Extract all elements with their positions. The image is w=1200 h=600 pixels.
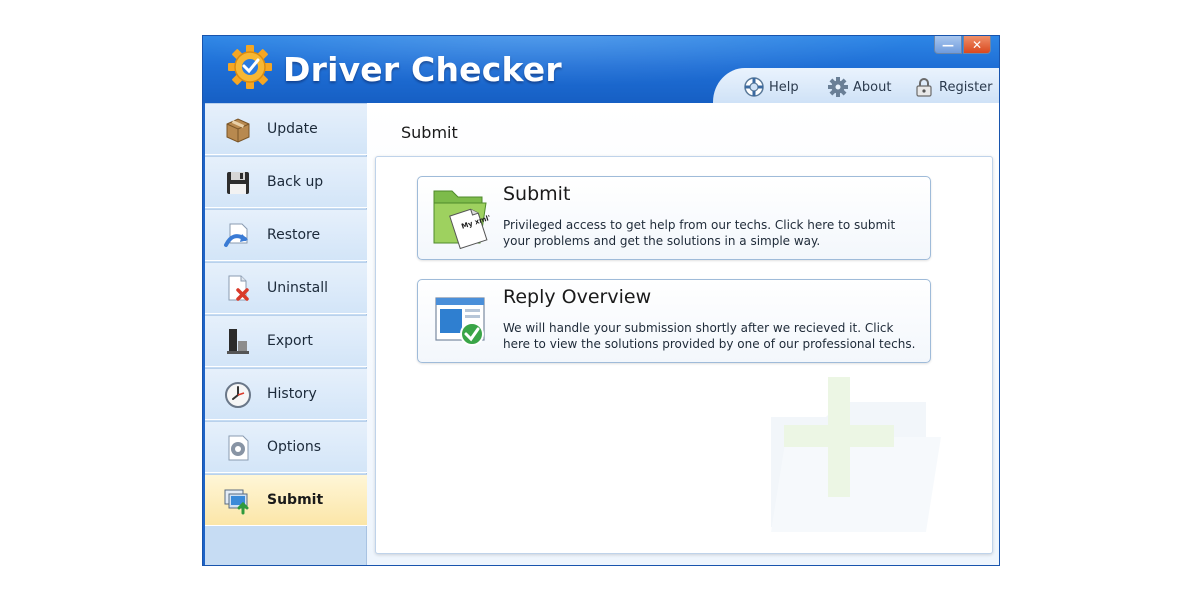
sidebar-item-options[interactable]: Options [205, 421, 367, 473]
app-title: Driver Checker [283, 50, 562, 89]
sidebar-item-label: Update [267, 121, 318, 137]
gear-icon [828, 77, 848, 97]
uninstall-icon [228, 275, 249, 301]
sidebar-item-submit[interactable]: Submit [205, 474, 367, 526]
submit-card-title: Submit [503, 183, 571, 205]
sidebar-item-update[interactable]: Update [205, 103, 367, 155]
sidebar-item-label: Restore [267, 227, 321, 243]
help-label: Help [769, 79, 799, 95]
window-controls: — ✕ [934, 36, 991, 54]
sidebar-item-history[interactable]: History [205, 368, 367, 420]
export-icon [227, 329, 249, 354]
sidebar-item-uninstall[interactable]: Uninstall [205, 262, 367, 314]
lock-icon [916, 78, 932, 97]
sidebar: Update Back up Restore Uninstall Export … [205, 103, 367, 565]
lifebuoy-icon [744, 77, 764, 97]
package-icon [226, 118, 250, 143]
window-check-icon [435, 297, 485, 346]
close-button[interactable]: ✕ [963, 36, 991, 54]
sidebar-item-label: Submit [267, 492, 324, 508]
sidebar-item-label: Options [267, 439, 322, 455]
reply-overview-card[interactable]: Reply Overview We will handle your submi… [417, 279, 931, 363]
reply-overview-card-description: We will handle your submission shortly a… [503, 321, 916, 351]
clock-icon [225, 382, 251, 408]
options-icon [228, 435, 249, 461]
submit-icon [224, 489, 249, 515]
sidebar-item-label: History [267, 386, 317, 402]
about-label: About [853, 79, 892, 95]
folder-document-icon: My xml's [433, 190, 490, 250]
page-title: Submit [401, 123, 458, 142]
sidebar-item-label: Export [267, 333, 313, 349]
restore-icon [224, 223, 248, 247]
sidebar-item-label: Uninstall [267, 280, 329, 296]
help-button[interactable]: Help [743, 76, 799, 98]
app-window: Driver Checker — ✕ Help About Register U… [202, 35, 1000, 566]
main-content: Submit My xml's Submit Privileged access… [367, 103, 999, 565]
register-button[interactable]: Register [913, 76, 993, 98]
sidebar-item-label: Back up [267, 174, 324, 190]
reply-overview-card-title: Reply Overview [503, 286, 652, 308]
submit-card-description: Privileged access to get help from our t… [503, 218, 896, 248]
content-panel: My xml's Submit Privileged access to get… [375, 156, 993, 554]
minimize-button[interactable]: — [934, 36, 962, 54]
about-button[interactable]: About [827, 76, 891, 98]
sidebar-item-restore[interactable]: Restore [205, 209, 367, 261]
register-label: Register [939, 79, 993, 95]
sidebar-item-export[interactable]: Export [205, 315, 367, 367]
sidebar-item-back-up[interactable]: Back up [205, 156, 367, 208]
title-bar: Driver Checker — ✕ Help About Register [203, 36, 999, 103]
folder-plus-watermark-icon [771, 377, 941, 532]
floppy-disk-icon [227, 172, 249, 194]
top-nav: Help About Register [713, 68, 999, 103]
gear-logo-icon [228, 45, 272, 89]
submit-card[interactable]: My xml's Submit Privileged access to get… [417, 176, 931, 260]
